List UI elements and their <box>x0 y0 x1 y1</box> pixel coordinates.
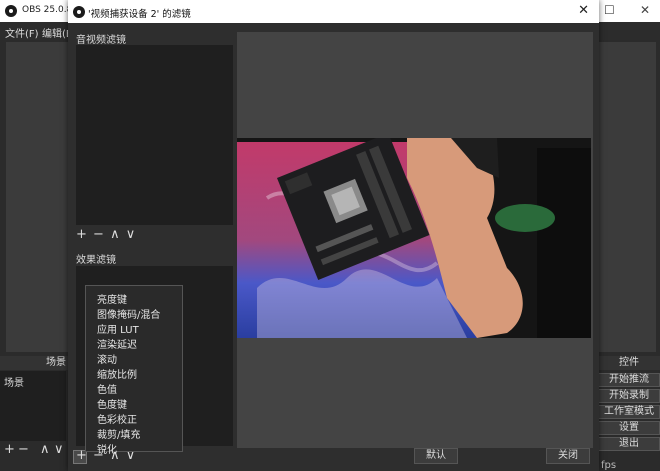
controls-dock-header: 控件 <box>598 356 660 370</box>
menu-item-scroll[interactable]: 滚动 <box>97 351 117 366</box>
menu-file[interactable]: 文件(F) <box>5 25 39 40</box>
settings-button[interactable]: 设置 <box>598 421 660 435</box>
obs-logo-icon <box>73 6 85 18</box>
menu-item-sharpen[interactable]: 锐化 <box>97 441 117 456</box>
start-streaming-button[interactable]: 开始推流 <box>598 373 660 387</box>
menu-item-scaling[interactable]: 缩放比例 <box>97 366 137 381</box>
defaults-button[interactable]: 默认 <box>414 448 458 464</box>
close-icon[interactable]: ✕ <box>578 3 589 18</box>
av-filters-label: 音视频滤镜 <box>76 35 126 46</box>
menu-item-image-mask[interactable]: 图像掩码/混合 <box>97 306 160 321</box>
scene-down-icon[interactable]: ∨ <box>54 442 64 457</box>
start-recording-button[interactable]: 开始录制 <box>598 389 660 403</box>
menu-item-crop-pad[interactable]: 裁剪/填充 <box>97 426 140 441</box>
exit-button[interactable]: 退出 <box>598 437 660 451</box>
controls-header-label: 控件 <box>619 357 639 368</box>
motherboard-scene-image <box>237 138 591 338</box>
menu-item-color-correction[interactable]: 色彩校正 <box>97 411 137 426</box>
move-down-icon[interactable]: ∨ <box>126 227 137 242</box>
dialog-titlebar: '视频捕获设备 2' 的滤镜 ✕ <box>68 0 599 23</box>
scene-list-label: 场景 <box>4 378 24 389</box>
menu-item-apply-lut[interactable]: 应用 LUT <box>97 321 139 336</box>
scene-remove-icon[interactable]: − <box>18 442 29 457</box>
maximize-icon[interactable]: ☐ <box>604 3 615 17</box>
fps-status: fps <box>601 460 617 471</box>
av-filters-list[interactable] <box>76 45 233 225</box>
menu-item-chroma-key[interactable]: 色度键 <box>97 396 127 411</box>
remove-icon[interactable]: − <box>93 227 105 242</box>
close-icon[interactable]: ✕ <box>640 3 650 17</box>
menu-item-render-delay[interactable]: 渲染延迟 <box>97 336 137 351</box>
scene-up-icon[interactable]: ∧ <box>40 442 50 457</box>
effect-filters-label: 效果滤镜 <box>76 255 116 266</box>
close-button[interactable]: 关闭 <box>546 448 590 464</box>
add-filter-menu: 亮度键 图像掩码/混合 应用 LUT 渲染延迟 滚动 缩放比例 色值 色度键 色… <box>85 285 183 456</box>
scene-add-icon[interactable]: + <box>4 442 15 457</box>
video-capture-frame <box>237 138 591 338</box>
av-filters-controls: + − ∧ ∨ <box>76 227 136 242</box>
main-window-title: OBS 25.0.8 <box>22 5 73 15</box>
move-up-icon[interactable]: ∧ <box>110 227 121 242</box>
obs-logo-icon <box>5 5 17 17</box>
menu-item-luma-key[interactable]: 亮度键 <box>97 291 127 306</box>
scenes-header-label: 场景 <box>46 357 66 368</box>
dialog-title: '视频捕获设备 2' 的滤镜 <box>88 9 191 20</box>
add-icon[interactable]: + <box>76 227 88 242</box>
menu-item-color-value[interactable]: 色值 <box>97 381 117 396</box>
studio-mode-button[interactable]: 工作室模式 <box>598 405 660 419</box>
